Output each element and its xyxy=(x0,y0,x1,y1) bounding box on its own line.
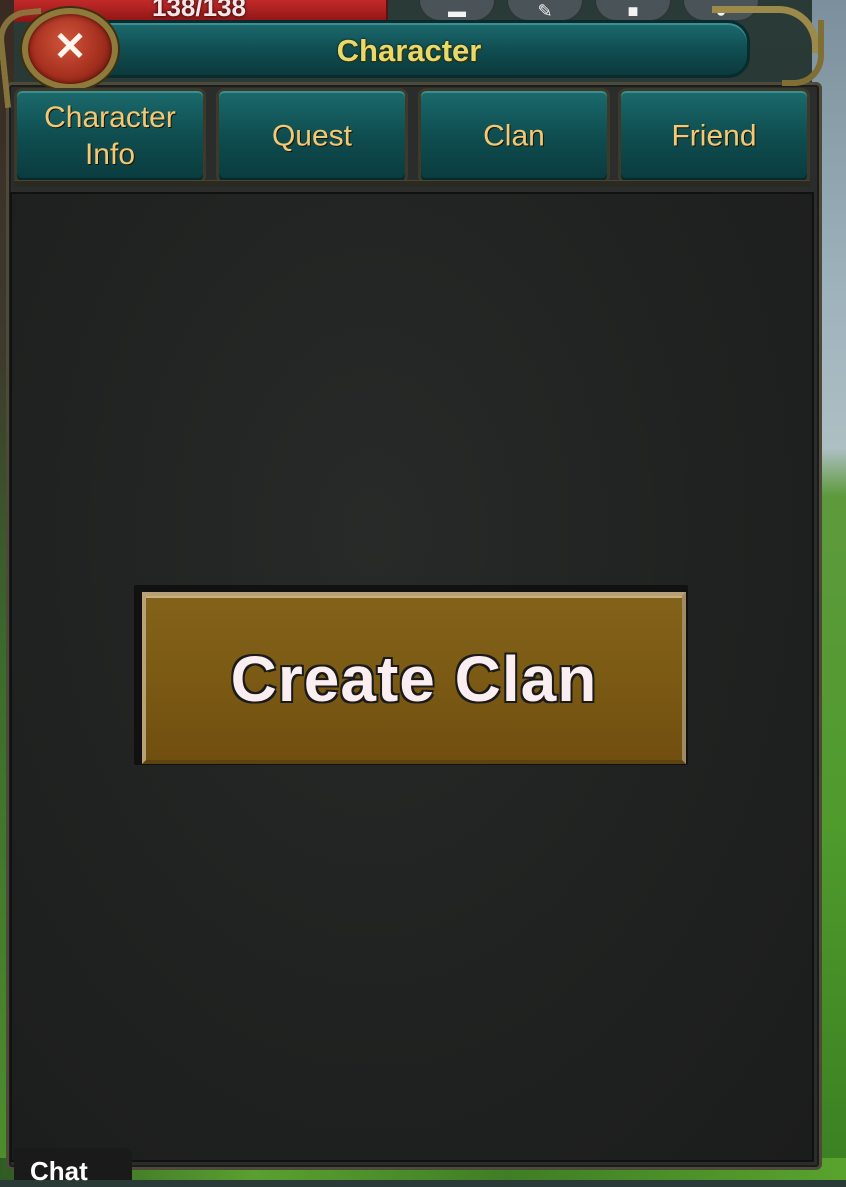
book-icon[interactable]: ✎ xyxy=(506,0,584,22)
menu-icon[interactable]: ▬ xyxy=(418,0,496,22)
tab-clan[interactable]: Clan xyxy=(418,88,610,184)
tab-label: Character Info xyxy=(44,101,176,171)
create-clan-label: Create Clan xyxy=(230,643,598,715)
frame-ornament-right xyxy=(712,6,828,86)
chat-tab[interactable]: Chat xyxy=(14,1148,132,1186)
tab-label: Quest xyxy=(271,119,353,153)
create-clan-button[interactable]: Create Clan xyxy=(142,592,686,764)
window-title: Character xyxy=(336,33,482,68)
gift-icon[interactable]: ■ xyxy=(594,0,672,22)
chat-label: Chat xyxy=(30,1156,88,1186)
title-bar: Character xyxy=(84,20,750,78)
tab-divider xyxy=(14,180,810,187)
tab-label: Clan xyxy=(483,119,545,153)
close-icon: ✕ xyxy=(53,25,87,69)
tab-label: Friend xyxy=(671,119,757,153)
close-button[interactable]: ✕ xyxy=(22,8,118,90)
tab-character-info[interactable]: Character Info xyxy=(14,88,206,184)
tab-quest[interactable]: Quest xyxy=(216,88,408,184)
tab-friend[interactable]: Friend xyxy=(618,88,810,184)
